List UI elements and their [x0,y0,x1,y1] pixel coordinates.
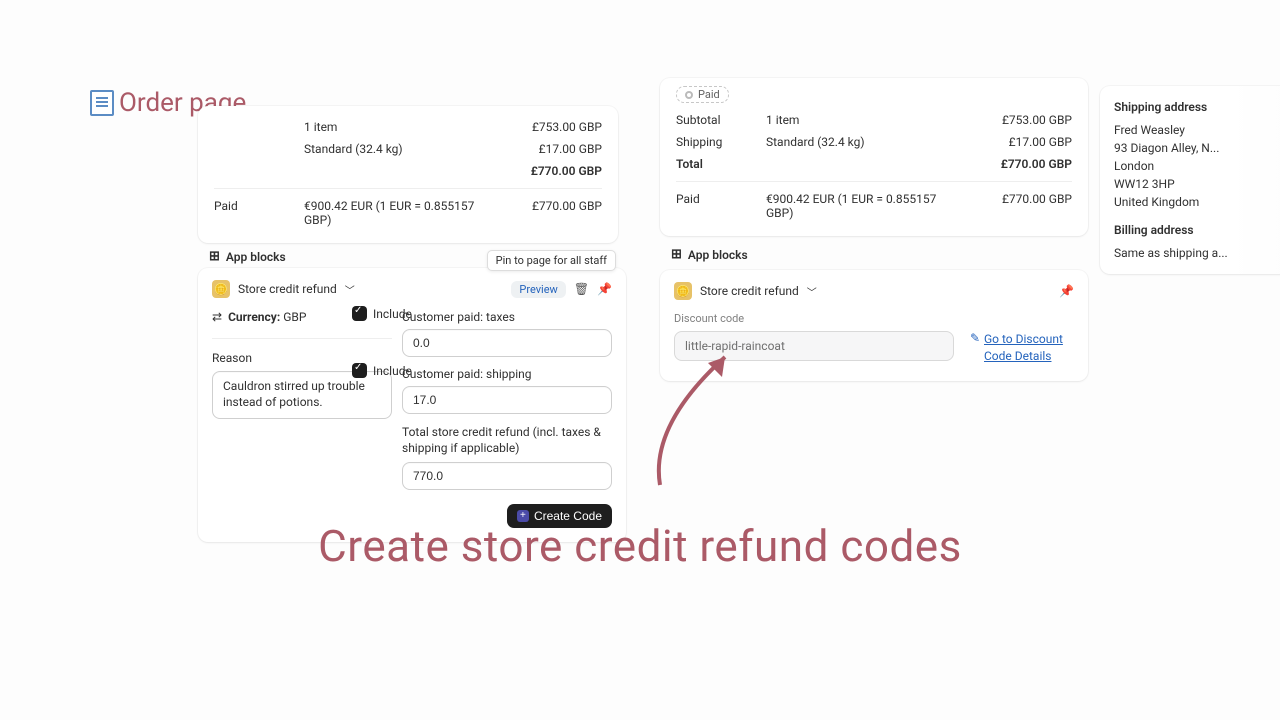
ship-method: Standard [304,142,352,156]
shipping-label: Shipping [676,135,766,149]
arrow-icon [630,345,750,495]
paid-conversion: €900.42 EUR (1 EUR = 0.855157 GBP) [304,199,492,227]
paid-conversion: €900.42 EUR (1 EUR = 0.855157 GBP) [766,192,962,220]
swap-icon: ⇄ [212,310,222,324]
chevron-down-icon[interactable]: ﹀ [345,282,355,297]
chevron-down-icon[interactable]: ﹀ [807,284,817,299]
order-total: £770.00 GBP [962,157,1072,171]
blocks-icon: ⊞ [209,249,220,264]
pin-tooltip: Pin to page for all staff [487,250,616,271]
currency-value: GBP [283,310,306,324]
include-label: Include [373,364,412,378]
discount-label: Discount code [674,312,1074,325]
ship-line: United Kingdom [1114,193,1276,211]
app-blocks-header: ⊞ App blocks [671,247,748,262]
paid-total: £770.00 GBP [492,199,602,227]
preview-badge[interactable]: Preview [511,281,565,298]
trash-icon[interactable]: 🗑 [574,282,589,296]
ship-weight: (32.4 kg) [355,142,402,156]
total-label: Total store credit refund (incl. taxes &… [402,424,612,456]
discount-details-link[interactable]: Go to Discount Code Details [984,331,1074,365]
paid-badge: Paid [676,86,729,103]
item-price: £753.00 GBP [492,120,602,134]
shipping-input[interactable] [402,386,612,414]
include-shipping-checkbox[interactable] [352,363,367,378]
app-icon: 🪙 [674,282,692,300]
ship-line: Fred Weasley [1114,121,1276,139]
paid-total: £770.00 GBP [962,192,1072,220]
include-label: Include [373,307,412,321]
total-input[interactable] [402,462,612,490]
billing-text: Same as shipping a... [1114,244,1276,262]
refund-title: Store credit refund [238,282,337,296]
app-blocks-header: ⊞ App blocks [209,249,286,264]
shipping-header: Shipping address [1114,98,1276,116]
billing-header: Billing address [1114,221,1276,239]
refund-title: Store credit refund [700,284,799,298]
blocks-icon: ⊞ [671,247,682,262]
page-icon [90,90,114,116]
ship-price: £17.00 GBP [492,142,602,156]
ship-price: £17.00 GBP [962,135,1072,149]
item-count: 1 item [766,113,962,127]
ship-line: WW12 3HP [1114,175,1276,193]
currency-label: Currency: [228,310,280,324]
include-taxes-checkbox[interactable] [352,306,367,321]
pencil-icon: ✎ [970,331,980,345]
order-total: £770.00 GBP [492,164,602,178]
shipping-address-card: Shipping address Fred Weasley 93 Diagon … [1100,86,1280,274]
taxes-input[interactable] [402,329,612,357]
ship-line: 93 Diagon Alley, N... [1114,139,1276,157]
paid-label: Paid [676,192,766,220]
refund-card-left: Pin to page for all staff 🪙 Store credit… [198,268,626,542]
total-label: Total [676,157,766,171]
ship-method: Standard (32.4 kg) [766,135,962,149]
reason-input[interactable]: Cauldron stirred up trouble instead of p… [212,371,392,419]
subtotal-label: Subtotal [676,113,766,127]
item-price: £753.00 GBP [962,113,1072,127]
order-summary-right: Paid Subtotal 1 item £753.00 GBP Shippin… [660,78,1088,236]
paid-label: Paid [214,199,304,227]
app-icon: 🪙 [212,280,230,298]
pin-icon[interactable]: 📌 [1059,284,1074,298]
headline: Create store credit refund codes [0,520,1280,572]
item-count: 1 item [304,120,492,134]
pin-icon[interactable]: 📌 [597,282,612,296]
order-summary-left: 1 item £753.00 GBP Standard (32.4 kg) £1… [198,106,618,243]
ship-line: London [1114,157,1276,175]
